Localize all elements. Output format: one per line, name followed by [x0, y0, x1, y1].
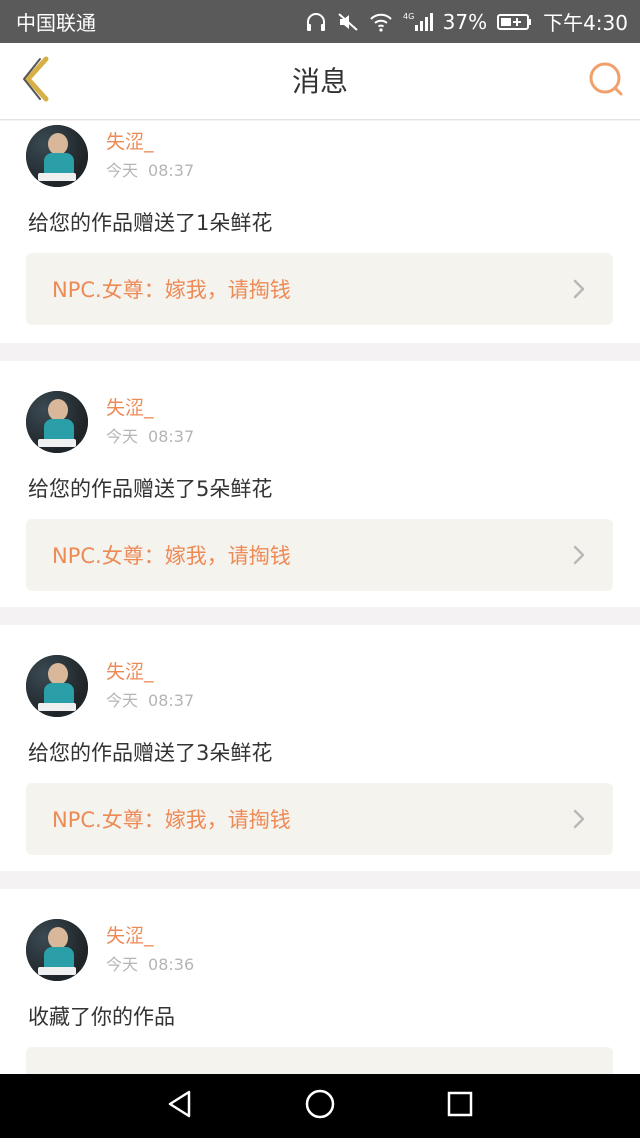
avatar[interactable]	[26, 391, 88, 453]
quoted-work-title: NPC.女尊：嫁我，请掏钱	[52, 278, 291, 302]
quoted-work-link[interactable]: NPC.女尊：嫁我，请掏钱	[26, 253, 613, 325]
user-name[interactable]: 失涩_	[106, 659, 204, 685]
quoted-work-link[interactable]: NPC.女尊：嫁我，请掏钱	[26, 519, 613, 591]
quoted-work-title: NPC.女尊：嫁我，请掏钱	[52, 808, 291, 832]
home-circle-icon	[304, 1088, 336, 1124]
avatar[interactable]	[26, 125, 88, 187]
nav-back-button[interactable]	[150, 1081, 210, 1131]
avatar[interactable]	[26, 919, 88, 981]
app-header: 消息	[0, 43, 640, 120]
quoted-work-link[interactable]	[26, 1047, 613, 1074]
mute-icon	[337, 12, 359, 32]
battery-percent: 37%	[442, 9, 488, 34]
user-name[interactable]: 失涩_	[106, 923, 204, 949]
timestamp: 今天 08:37	[106, 426, 204, 448]
message-text: 收藏了你的作品	[28, 1005, 175, 1029]
headphones-icon	[305, 12, 327, 32]
timestamp: 今天 08:36	[106, 954, 204, 976]
search-button[interactable]	[584, 59, 628, 103]
timestamp: 今天 08:37	[106, 690, 204, 712]
chevron-right-icon	[571, 544, 587, 566]
page-title: 消息	[291, 65, 348, 98]
timestamp-day: 今天	[106, 161, 139, 180]
chevron-left-icon	[20, 56, 52, 106]
timestamp-time: 08:37	[148, 691, 195, 710]
network-type-label: 4G	[403, 12, 414, 21]
timestamp-day: 今天	[106, 955, 139, 974]
carrier-name: 中国联通	[16, 11, 96, 35]
message-text: 给您的作品赠送了5朵鲜花	[28, 477, 273, 501]
signal-icon: 4G	[403, 11, 433, 33]
timestamp-time: 08:37	[148, 427, 195, 446]
message-card[interactable]: 失涩_ 今天 08:37 给您的作品赠送了5朵鲜花 NPC.女尊：嫁我，请掏钱	[0, 361, 640, 607]
timestamp: 今天 08:37	[106, 160, 204, 182]
wifi-icon	[369, 12, 393, 32]
message-card[interactable]: 失涩_ 今天 08:36 收藏了你的作品	[0, 889, 640, 1074]
quoted-work-title: NPC.女尊：嫁我，请掏钱	[52, 544, 291, 568]
timestamp-time: 08:36	[148, 955, 195, 974]
nav-home-button[interactable]	[290, 1081, 350, 1131]
timestamp-time: 08:37	[148, 161, 195, 180]
message-card[interactable]: 失涩_ 今天 08:37 给您的作品赠送了3朵鲜花 NPC.女尊：嫁我，请掏钱	[0, 625, 640, 871]
chevron-right-icon	[571, 808, 587, 830]
message-text: 给您的作品赠送了3朵鲜花	[28, 741, 273, 765]
avatar[interactable]	[26, 655, 88, 717]
recents-square-icon	[446, 1090, 474, 1122]
chevron-right-icon	[571, 278, 587, 300]
back-button[interactable]	[14, 55, 58, 107]
back-triangle-icon	[165, 1089, 195, 1123]
search-icon	[587, 60, 625, 102]
nav-recents-button[interactable]	[430, 1081, 490, 1131]
message-text: 给您的作品赠送了1朵鲜花	[28, 211, 273, 235]
battery-icon	[497, 12, 533, 32]
clock: 下午4:30	[543, 11, 628, 35]
timestamp-day: 今天	[106, 427, 139, 446]
quoted-work-link[interactable]: NPC.女尊：嫁我，请掏钱	[26, 783, 613, 855]
message-list[interactable]: 失涩_ 今天 08:37 给您的作品赠送了1朵鲜花 NPC.女尊：嫁我，请掏钱 失…	[0, 121, 640, 1074]
user-name[interactable]: 失涩_	[106, 129, 204, 155]
status-bar: 中国联通 4G 37% 下午4:30	[0, 0, 640, 43]
system-nav-bar	[0, 1074, 640, 1138]
timestamp-day: 今天	[106, 691, 139, 710]
message-card[interactable]: 失涩_ 今天 08:37 给您的作品赠送了1朵鲜花 NPC.女尊：嫁我，请掏钱	[0, 121, 640, 343]
user-name[interactable]: 失涩_	[106, 395, 204, 421]
